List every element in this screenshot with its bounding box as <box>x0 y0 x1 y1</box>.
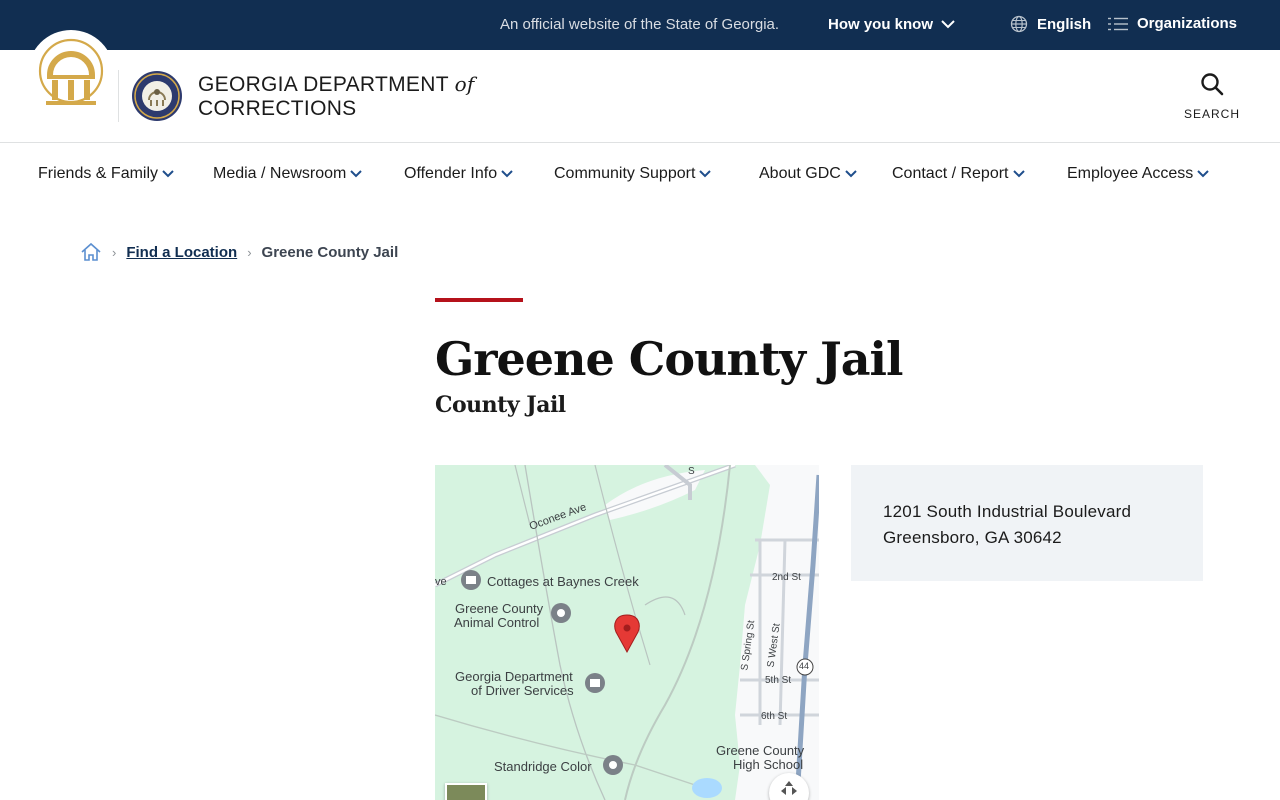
nav-item-friends-family[interactable]: Friends & Family <box>38 165 174 183</box>
map-label-cottages: Cottages at Baynes Creek <box>487 574 639 589</box>
globe-icon <box>1010 15 1028 33</box>
map-label-school-1: Greene County <box>716 743 805 758</box>
logo-divider <box>118 70 119 122</box>
site-title[interactable]: GEORGIA DEPARTMENT of CORRECTIONS <box>198 72 475 121</box>
breadcrumb-separator: › <box>247 244 252 260</box>
map-label-2nd-st: 2nd St <box>772 572 801 583</box>
chevron-down-icon <box>162 170 174 178</box>
map-label-dds-1: Georgia Department <box>455 669 573 684</box>
site-title-line2: CORRECTIONS <box>198 97 357 120</box>
site-title-line1: GEORGIA DEPARTMENT <box>198 73 449 96</box>
chevron-down-icon <box>845 170 857 178</box>
nav-item-label: Employee Access <box>1067 165 1194 182</box>
map-label-ave: ve <box>435 576 447 588</box>
page-title: Greene County Jail <box>435 332 903 386</box>
nav-item-label: About GDC <box>759 165 841 182</box>
address-line-2: Greensboro, GA 30642 <box>883 528 1062 547</box>
how-you-know-toggle[interactable]: How you know <box>828 16 955 33</box>
page-subtitle: County Jail <box>435 392 566 418</box>
breadcrumb-separator: › <box>112 244 117 260</box>
site-title-of: of <box>454 72 475 96</box>
map-location-pin <box>614 614 640 654</box>
nav-item-label: Friends & Family <box>38 165 159 182</box>
map-label-hwy-44: 44 <box>799 661 810 671</box>
map-label-dds-2: of Driver Services <box>471 683 574 698</box>
chevron-down-icon <box>501 170 513 178</box>
breadcrumb-link-find-location[interactable]: Find a Location <box>126 244 237 261</box>
list-icon <box>1108 17 1128 30</box>
gdc-seal-logo[interactable] <box>131 70 183 122</box>
nav-item-employee-access[interactable]: Employee Access <box>1067 165 1209 183</box>
chevron-down-icon <box>941 20 955 29</box>
official-website-text: An official website of the State of Geor… <box>500 16 780 33</box>
nav-item-offender-info[interactable]: Offender Info <box>404 165 513 183</box>
nav-item-label: Media / Newsroom <box>213 165 347 182</box>
nav-item-label: Contact / Report <box>892 165 1009 182</box>
organizations-menu[interactable]: Organizations <box>1108 15 1237 32</box>
search-icon <box>1201 73 1224 96</box>
move-arrows-icon <box>781 781 797 795</box>
nav-item-label: Community Support <box>554 165 696 182</box>
map-label-s: S <box>688 466 695 477</box>
site-header: GEORGIA DEPARTMENT of CORRECTIONS SEARCH <box>0 30 1280 143</box>
map-label-standridge: Standridge Color <box>494 759 592 774</box>
chevron-down-icon <box>699 170 712 178</box>
georgia-seal-logo[interactable] <box>28 30 114 116</box>
nav-item-label: Offender Info <box>404 165 498 182</box>
chevron-down-icon <box>1197 170 1209 178</box>
location-map[interactable]: Oconee Ave ve S Cottages at Baynes Creek… <box>435 465 819 800</box>
address-card: 1201 South Industrial Boulevard Greensbo… <box>851 465 1203 581</box>
nav-item-community-support[interactable]: Community Support <box>554 165 712 183</box>
nav-item-media-newsroom[interactable]: Media / Newsroom <box>213 165 363 183</box>
search-label: SEARCH <box>1183 107 1240 121</box>
gdc-seal-icon <box>132 71 182 121</box>
map-label-animal-control-1: Greene County <box>455 601 544 616</box>
language-label: English <box>1037 15 1092 33</box>
how-you-know-label: How you know <box>828 16 933 33</box>
georgia-arch-icon <box>38 38 104 105</box>
map-label-school-2: High School <box>733 757 804 772</box>
map-fullscreen-button[interactable] <box>769 773 809 800</box>
home-icon[interactable] <box>80 242 102 262</box>
chevron-down-icon <box>1012 170 1025 178</box>
map-label-animal-control-2: Animal Control <box>454 615 540 630</box>
chevron-down-icon <box>350 170 363 178</box>
nav-item-about-gdc[interactable]: About GDC <box>759 165 857 183</box>
map-label-5th-st: 5th St <box>765 675 792 686</box>
nav-item-contact-report[interactable]: Contact / Report <box>892 165 1025 183</box>
title-accent-bar <box>435 298 523 302</box>
map-label-6th-st: 6th St <box>761 711 788 722</box>
map-satellite-thumbnail[interactable] <box>445 783 487 800</box>
main-nav: Friends & Family Media / Newsroom Offend… <box>0 143 1280 203</box>
breadcrumb-current: Greene County Jail <box>261 243 399 261</box>
official-banner: An official website of the State of Geor… <box>0 0 1280 50</box>
organizations-label: Organizations <box>1137 15 1238 32</box>
language-selector[interactable]: English <box>1010 15 1091 33</box>
search-button[interactable]: SEARCH <box>1176 72 1248 121</box>
breadcrumb: › Find a Location › Greene County Jail <box>80 242 398 262</box>
address-line-1: 1201 South Industrial Boulevard <box>883 502 1132 521</box>
